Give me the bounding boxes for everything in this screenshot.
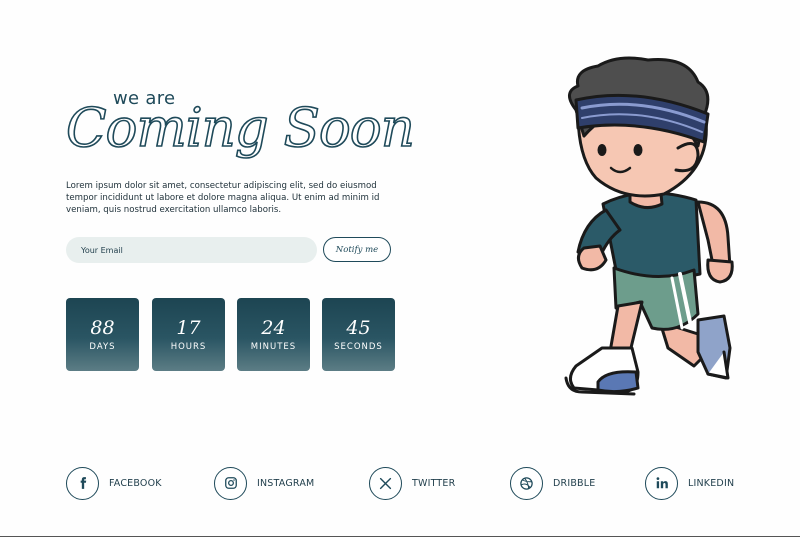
- countdown-days-value: 88: [90, 317, 115, 339]
- countdown-seconds: 45 SECONDS: [322, 298, 395, 371]
- running-boy-illustration: [564, 56, 734, 396]
- social-facebook-label: FACEBOOK: [109, 477, 162, 489]
- instagram-icon: [214, 466, 247, 500]
- countdown-minutes: 24 MINUTES: [237, 298, 310, 371]
- countdown-minutes-label: MINUTES: [250, 342, 297, 352]
- dribbble-icon: [510, 466, 543, 500]
- social-linkedin[interactable]: LINKEDIN: [645, 466, 734, 500]
- social-twitter[interactable]: TWITTER: [369, 466, 455, 500]
- social-linkedin-label: LINKEDIN: [688, 477, 735, 489]
- social-dribble-label: DRIBBLE: [553, 477, 596, 489]
- countdown-days-label: DAYS: [89, 342, 116, 352]
- social-facebook[interactable]: FACEBOOK: [66, 466, 162, 500]
- twitter-x-icon: [369, 466, 402, 500]
- facebook-icon: [66, 466, 99, 500]
- social-instagram[interactable]: INSTAGRAM: [214, 466, 314, 500]
- countdown-hours-value: 17: [176, 317, 201, 339]
- email-input[interactable]: [66, 237, 317, 263]
- social-twitter-label: TWITTER: [412, 477, 456, 489]
- social-dribble[interactable]: DRIBBLE: [510, 466, 595, 500]
- page-title: Coming Soon: [65, 97, 415, 160]
- social-instagram-label: INSTAGRAM: [257, 477, 315, 489]
- notify-button[interactable]: Notify me: [323, 237, 391, 262]
- countdown-seconds-value: 45: [346, 317, 371, 339]
- countdown-hours-label: HOURS: [170, 342, 207, 352]
- countdown-hours: 17 HOURS: [152, 298, 225, 371]
- linkedin-icon: [645, 466, 678, 500]
- countdown-seconds-label: SECONDS: [334, 342, 383, 352]
- countdown-minutes-value: 24: [261, 317, 286, 339]
- countdown-days: 88 DAYS: [66, 298, 139, 371]
- description: Lorem ipsum dolor sit amet, consectetur …: [66, 181, 380, 215]
